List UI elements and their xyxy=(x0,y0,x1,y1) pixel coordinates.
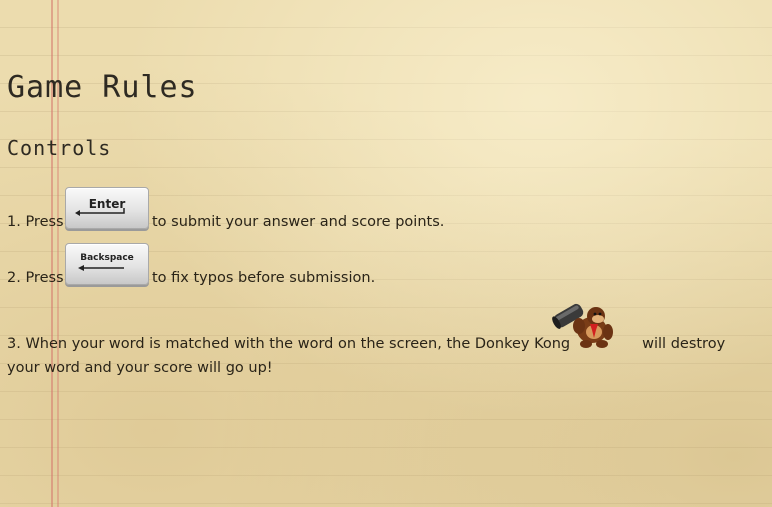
rule-1-prefix: 1. Press xyxy=(7,214,64,230)
section-title-controls: Controls xyxy=(7,136,112,160)
enter-key-icon: Enter xyxy=(65,187,149,229)
backspace-key-label: Backspace xyxy=(80,253,134,263)
rule-3-text: 3. When your word is matched with the wo… xyxy=(7,332,747,380)
backspace-arrow-icon xyxy=(78,265,124,271)
rule-2-prefix: 2. Press xyxy=(7,270,64,286)
rule-1-text: to submit your answer and score points. xyxy=(152,214,445,230)
backspace-key-icon: Backspace xyxy=(65,243,149,285)
rule-2-text: to fix typos before submission. xyxy=(152,270,376,286)
page-title: Game Rules xyxy=(7,70,198,105)
enter-arrow-icon xyxy=(75,208,125,216)
donkey-kong-icon xyxy=(552,303,613,348)
rule-3-prefix: 3. When your word is matched with the wo… xyxy=(7,336,571,352)
